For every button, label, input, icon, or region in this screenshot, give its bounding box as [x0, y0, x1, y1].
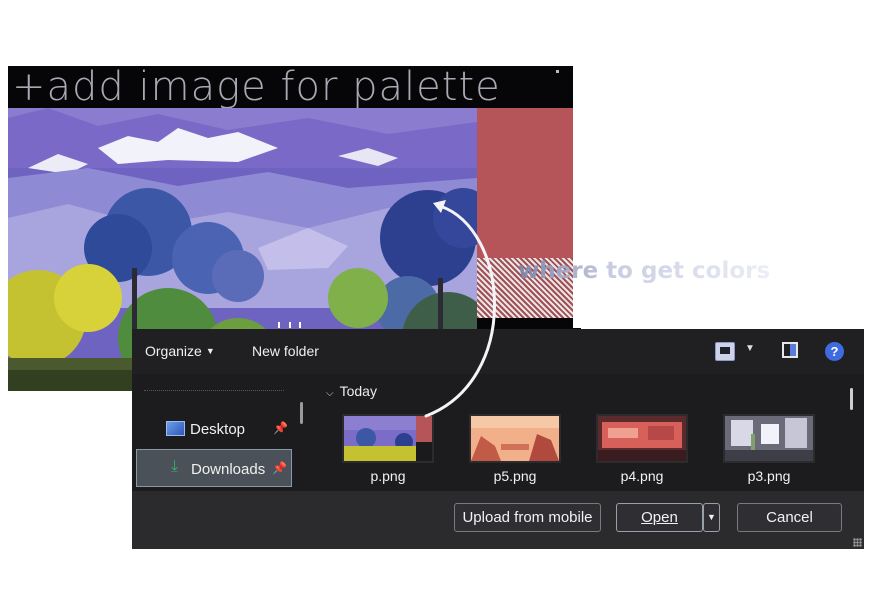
- group-header-label: Today: [339, 383, 377, 399]
- pin-icon: 📌: [273, 421, 288, 435]
- open-label: Open: [641, 509, 678, 526]
- navigation-pane: Desktop 📌 ⤓ Downloads 📌: [132, 374, 308, 491]
- new-folder-button[interactable]: New folder: [252, 343, 319, 359]
- open-options-chevron-icon[interactable]: ▼: [703, 503, 720, 532]
- cancel-button[interactable]: Cancel: [737, 503, 842, 532]
- editor-title[interactable]: +add image for palette: [12, 64, 501, 110]
- file-name: p3.png: [747, 468, 791, 484]
- help-icon[interactable]: ?: [825, 342, 844, 361]
- nav-item-desktop[interactable]: Desktop 📌: [136, 410, 292, 448]
- nav-item-label: Downloads: [191, 461, 266, 478]
- view-options-chevron-icon[interactable]: ▼: [745, 343, 755, 354]
- content-scrollbar[interactable]: [850, 388, 853, 410]
- resize-grip-icon[interactable]: [853, 538, 862, 547]
- thumbnail-image: [598, 416, 686, 461]
- preview-pane-icon[interactable]: [782, 342, 798, 358]
- nav-item-label: Desktop: [190, 421, 246, 438]
- hint-text: where to get colors: [518, 258, 771, 284]
- nav-scrollbar[interactable]: [300, 402, 303, 424]
- chevron-down-icon: ⌵: [326, 388, 334, 399]
- file-item[interactable]: p.png: [342, 414, 442, 489]
- file-name: p5.png: [493, 468, 537, 484]
- downloads-icon: ⤓: [171, 458, 179, 475]
- thumbnail-image: [344, 416, 432, 461]
- file-item[interactable]: p3.png: [723, 414, 823, 489]
- file-thumbnail: [723, 414, 815, 463]
- file-thumbnail: [469, 414, 561, 463]
- file-name: p4.png: [620, 468, 664, 484]
- file-item[interactable]: p4.png: [596, 414, 696, 489]
- file-thumbnail: [596, 414, 688, 463]
- open-button[interactable]: Open: [616, 503, 703, 532]
- nav-divider: [144, 390, 284, 391]
- upload-from-mobile-button[interactable]: Upload from mobile: [454, 503, 601, 532]
- group-header-today[interactable]: ⌵ Today: [326, 383, 377, 399]
- thumbnail-image: [725, 416, 813, 461]
- file-list-pane: ⌵ Today p.png p5.png p4.png p3.png: [308, 374, 864, 491]
- organize-button[interactable]: Organize ▼: [145, 343, 215, 359]
- view-options-icon[interactable]: [715, 342, 735, 361]
- dialog-command-bar: Organize ▼ New folder ▼ ?: [132, 329, 864, 374]
- desktop-icon: [166, 421, 185, 436]
- dialog-footer: Upload from mobile Open ▼ Cancel: [132, 491, 864, 549]
- organize-label: Organize: [145, 343, 202, 359]
- file-thumbnail: [342, 414, 434, 463]
- file-open-dialog: Organize ▼ New folder ▼ ? Desktop 📌 ⤓ Dow…: [132, 329, 864, 549]
- thumbnail-image: [471, 416, 559, 461]
- editor-dot: [556, 70, 559, 73]
- file-name: p.png: [370, 468, 406, 484]
- pin-icon: 📌: [272, 461, 287, 475]
- nav-item-downloads[interactable]: ⤓ Downloads 📌: [136, 449, 292, 487]
- palette-color-swatch[interactable]: [477, 108, 573, 258]
- file-item[interactable]: p5.png: [469, 414, 569, 489]
- chevron-down-icon: ▼: [205, 346, 215, 356]
